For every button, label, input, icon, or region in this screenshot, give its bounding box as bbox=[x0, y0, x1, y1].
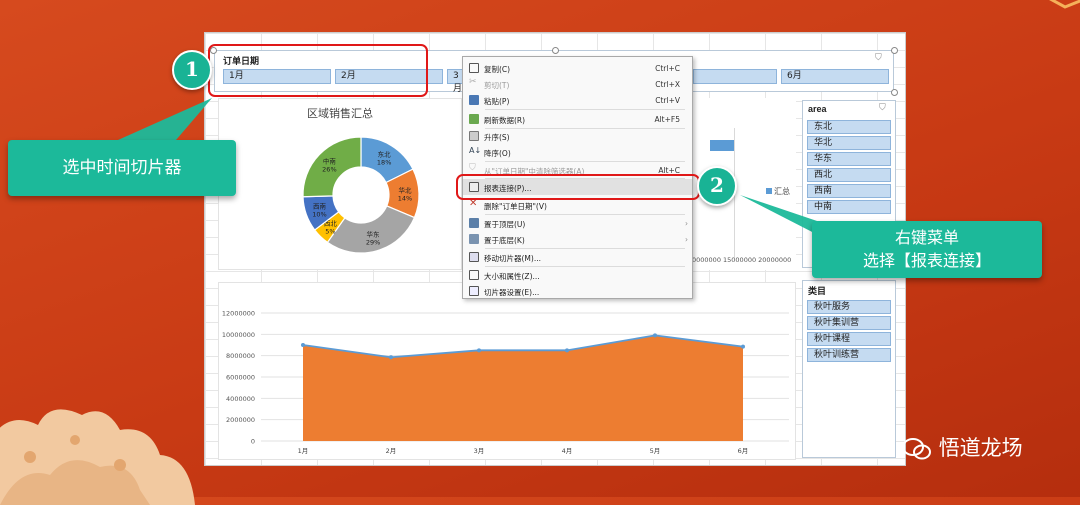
wechat-icon bbox=[902, 437, 932, 461]
watermark-text: 悟道龙场 bbox=[938, 436, 1023, 460]
callout-select-slicer: 选中时间切片器 bbox=[8, 140, 236, 196]
step-badge-1: 1 bbox=[172, 50, 212, 90]
callout-line-1: 右键菜单 bbox=[894, 228, 959, 247]
watermark: 悟道龙场 bbox=[902, 432, 1023, 462]
callout-line-2: 选择【报表连接】 bbox=[862, 251, 991, 270]
callout-context-menu: 右键菜单 选择【报表连接】 bbox=[812, 221, 1042, 278]
step-badge-2: 2 bbox=[697, 166, 737, 206]
